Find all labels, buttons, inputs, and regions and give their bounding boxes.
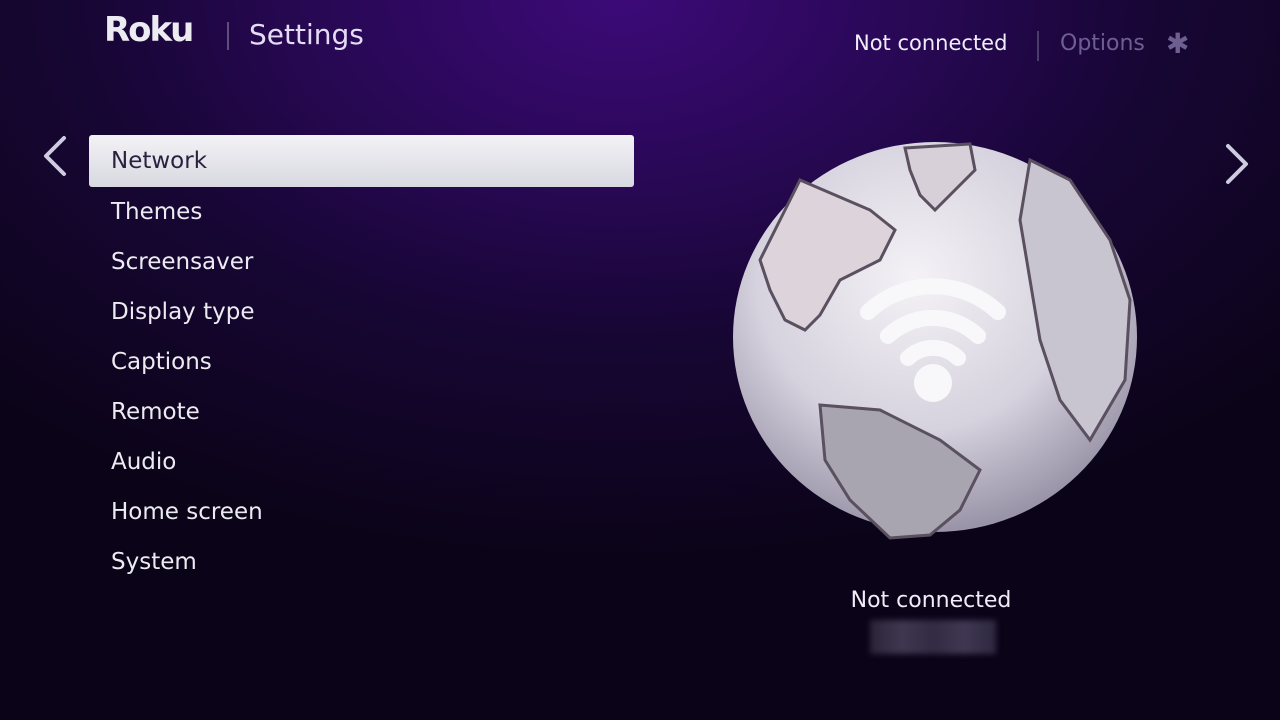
menu-item-themes[interactable]: Themes: [89, 187, 634, 237]
menu-item-home-screen[interactable]: Home screen: [89, 487, 634, 537]
settings-menu: Network Themes Screensaver Display type …: [89, 135, 634, 587]
chevron-right-icon[interactable]: [1222, 142, 1252, 193]
connection-status: Not connected: [850, 588, 1012, 613]
menu-item-audio[interactable]: Audio: [89, 437, 634, 487]
connection-status-header: Not connected: [854, 31, 1008, 55]
menu-item-screensaver[interactable]: Screensaver: [89, 237, 634, 287]
menu-item-remote[interactable]: Remote: [89, 387, 634, 437]
menu-item-network[interactable]: Network: [89, 135, 634, 187]
network-name-redacted: [870, 620, 996, 654]
options-button[interactable]: Options: [1060, 31, 1145, 56]
header-divider: [227, 22, 229, 50]
chevron-left-icon[interactable]: [40, 134, 70, 185]
menu-item-captions[interactable]: Captions: [89, 337, 634, 387]
menu-item-system[interactable]: System: [89, 537, 634, 587]
roku-logo: Roku: [104, 10, 194, 50]
asterisk-icon[interactable]: ✱: [1166, 30, 1189, 58]
globe-wifi-icon: [730, 140, 1140, 540]
header: Roku Settings Not connected Options ✱: [0, 0, 1280, 90]
options-divider: [1037, 31, 1039, 61]
page-title: Settings: [249, 18, 364, 51]
menu-item-display-type[interactable]: Display type: [89, 287, 634, 337]
